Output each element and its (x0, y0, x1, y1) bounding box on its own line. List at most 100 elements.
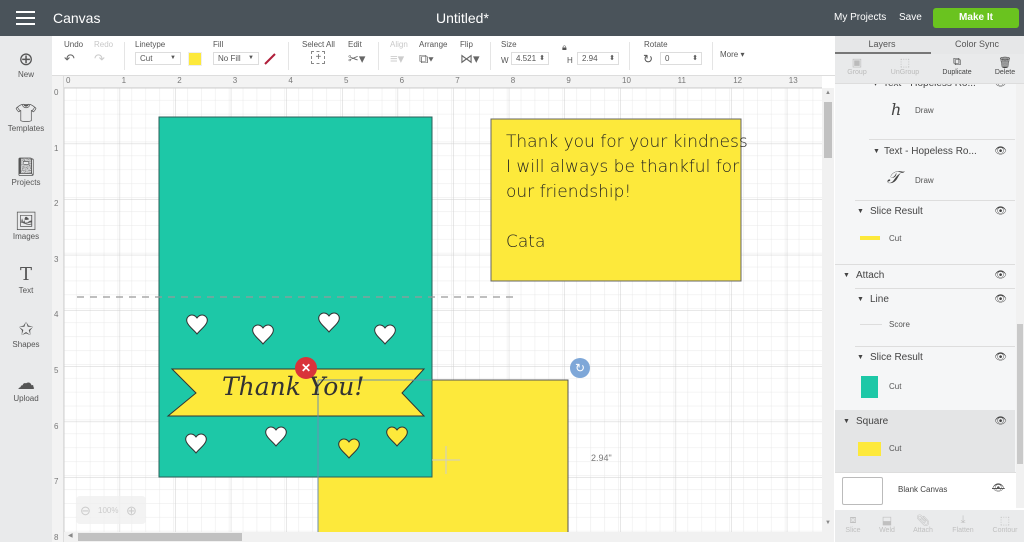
nav-projects[interactable]: 📓︎ Projects (0, 156, 52, 187)
flatten-button[interactable]: ⤓ Flatten (945, 514, 981, 534)
nav-images[interactable]: 🖼︎ Images (0, 210, 52, 241)
align-button[interactable]: Align ≡▾ (390, 40, 408, 67)
undo-label: Undo (64, 40, 84, 49)
caret-down-icon[interactable]: ▼ (873, 148, 880, 155)
rotate-input[interactable]: 0 ⬍ (660, 52, 702, 65)
tab-layers[interactable]: Layers (835, 39, 929, 49)
layer-operation: Cut (889, 444, 902, 453)
my-projects-link[interactable]: My Projects (834, 12, 886, 23)
note-line: I will always be thankful for (506, 157, 740, 177)
layer-slice-result-1[interactable]: ▼ Slice Result 👁︎ Cut (835, 202, 1015, 256)
caret-down-icon[interactable]: ▼ (857, 296, 864, 303)
linetype-select[interactable]: Cut ▼ (135, 52, 181, 65)
stepper-icon[interactable]: ⬍ (539, 53, 545, 64)
layer-slice-result-2[interactable]: ▼ Slice Result 👁︎ Cut (835, 348, 1015, 408)
duplicate-button[interactable]: ⧉ Duplicate (937, 56, 977, 76)
caret-down-icon[interactable]: ▾ (873, 84, 878, 89)
hamburger-icon[interactable] (16, 11, 35, 25)
delete-button[interactable]: 🗑︎ Delete (985, 56, 1024, 76)
trash-icon: 🗑︎ (998, 57, 1012, 69)
nav-shapes[interactable]: ✩ Shapes (0, 318, 52, 349)
redo-button[interactable]: Redo ↷ (94, 40, 113, 67)
scrollbar-thumb[interactable] (824, 102, 832, 158)
line-color-swatch[interactable] (188, 52, 202, 66)
layer-operation: Draw (915, 176, 934, 185)
select-all-button[interactable]: Select All + (302, 40, 335, 64)
contour-button[interactable]: ⬚ Contour (987, 514, 1023, 534)
eye-icon[interactable]: 👁︎ (994, 270, 1007, 281)
caret-down-icon[interactable]: ▼ (843, 418, 850, 425)
save-button[interactable]: Save (899, 12, 922, 23)
scrollbar-thumb[interactable] (1017, 324, 1023, 464)
arrange-button[interactable]: Arrange ⧉▾ (419, 40, 447, 67)
lock-icon[interactable]: 🔒︎ (562, 42, 567, 53)
banner-text[interactable]: Thank You! (222, 372, 364, 401)
eye-icon[interactable]: 👁︎ (994, 146, 1007, 157)
layer-line[interactable]: ▼ Line 👁︎ Score (835, 290, 1015, 344)
rotate-handle-icon[interactable]: ↻ (570, 358, 590, 378)
eye-icon[interactable]: 👁︎ (994, 416, 1007, 427)
edit-button[interactable]: Edit ✂▾ (348, 40, 365, 67)
scroll-left-icon[interactable]: ◀ (68, 532, 73, 539)
document-title[interactable]: Untitled* (436, 10, 489, 26)
nav-templates[interactable]: 👕︎ Templates (0, 102, 52, 133)
canvas-vertical-scrollbar[interactable]: ▲ ▼ (822, 88, 834, 532)
caret-down-icon[interactable]: ▼ (857, 354, 864, 361)
note-text[interactable]: Thank you for your kindness I will alway… (506, 130, 748, 255)
zoom-out-icon[interactable]: ⊖ (80, 503, 91, 519)
stepper-icon[interactable]: ⬍ (692, 53, 698, 64)
more-button[interactable]: More ▾ (720, 50, 744, 59)
nav-templates-label: Templates (7, 124, 45, 133)
nav-text[interactable]: T Text (0, 264, 52, 295)
eye-icon[interactable]: 👁︎ (994, 352, 1007, 363)
divider (835, 264, 1015, 265)
eye-icon[interactable]: 👁︎ (994, 294, 1007, 305)
caret-down-icon[interactable]: ▼ (843, 272, 850, 279)
width-label: W (501, 56, 509, 65)
eye-icon[interactable]: 👁︎ (994, 84, 1007, 89)
linetype-label: Linetype (135, 40, 166, 49)
caret-down-icon[interactable]: ▼ (857, 208, 864, 215)
eye-icon[interactable]: 👁︎ (994, 206, 1007, 217)
slice-button[interactable]: ⧈ Slice (835, 514, 871, 534)
ungroup-button[interactable]: ⬚ UnGroup (885, 56, 925, 76)
width-input[interactable]: 4.521 ⬍ (511, 52, 549, 65)
design-canvas[interactable]: Thank You! Thank you for your kindness I… (52, 76, 822, 532)
delete-handle-icon[interactable]: ✕ (295, 357, 317, 379)
toolbar-divider (490, 42, 491, 70)
layers-scrollbar[interactable] (1016, 84, 1024, 508)
undo-icon: ↶ (64, 51, 75, 66)
nav-upload[interactable]: ☁ Upload (0, 372, 52, 403)
layer-text-2[interactable]: ▼ Text - Hopeless Ro... 👁︎ 𝒯 Draw (835, 142, 1015, 196)
height-input[interactable]: 2.94 ⬍ (577, 52, 619, 65)
make-it-button[interactable]: Make It (933, 8, 1019, 28)
ruler-tick-label: 5 (54, 366, 59, 375)
weld-button[interactable]: ⬓ Weld (869, 514, 905, 534)
layer-attach-group[interactable]: ▼ Attach 👁︎ (835, 266, 1015, 290)
note-line (506, 205, 748, 230)
blank-canvas-swatch[interactable] (842, 477, 883, 505)
image-icon: 🖼︎ (14, 211, 38, 231)
ruler-tick-label: 12 (733, 76, 743, 85)
fill-color-none-icon[interactable] (263, 52, 277, 66)
layer-text-1[interactable]: ▾ Text - Hopeless Ro... 👁︎ h Draw (835, 84, 1015, 126)
edit-label: Edit (348, 40, 362, 49)
stepper-icon[interactable]: ⬍ (609, 53, 615, 64)
group-button[interactable]: ▣ Group (837, 56, 877, 76)
eye-hidden-icon[interactable]: 👁︎ (992, 483, 1005, 494)
align-icon: ≡▾ (390, 51, 405, 66)
flip-button[interactable]: Flip ⋈▾ (460, 40, 480, 67)
canvas-horizontal-scrollbar[interactable]: ◀ (64, 532, 834, 542)
ruler-tick-label: 7 (455, 76, 460, 85)
attach-button[interactable]: 📎︎ Attach (905, 514, 941, 534)
fill-select[interactable]: No Fill ▼ (213, 52, 259, 65)
blank-canvas-row[interactable]: Blank Canvas 👁︎ (835, 472, 1024, 510)
scrollbar-thumb[interactable] (78, 533, 242, 541)
nav-new[interactable]: ⊕ New (0, 48, 52, 79)
tab-color-sync[interactable]: Color Sync (930, 39, 1024, 49)
scroll-down-icon[interactable]: ▼ (825, 520, 831, 526)
zoom-in-icon[interactable]: ⊕ (126, 503, 137, 519)
undo-button[interactable]: Undo ↶ (64, 40, 83, 67)
scroll-up-icon[interactable]: ▲ (825, 90, 831, 96)
layer-square[interactable]: ▼ Square 👁︎ Cut (835, 410, 1015, 472)
